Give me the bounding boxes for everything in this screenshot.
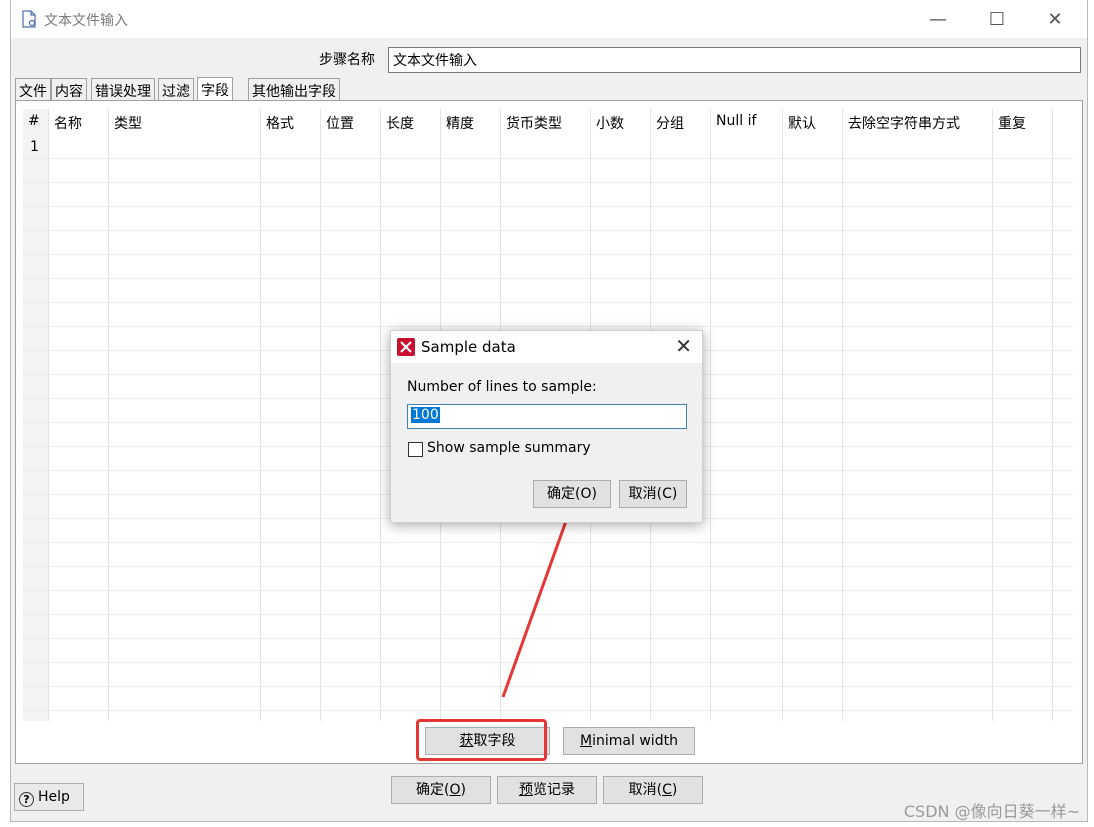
maximize-icon: ☐: [988, 8, 1006, 30]
close-icon: ✕: [1047, 8, 1063, 30]
ok-button[interactable]: 确定(O): [391, 776, 491, 804]
annotation-highlight-box: [416, 719, 547, 761]
minimal-width-button[interactable]: Minimal width: [563, 727, 695, 755]
sample-lines-label: Number of lines to sample:: [407, 379, 597, 395]
tab-file[interactable]: 文件: [15, 78, 51, 100]
app-logo-icon: [397, 338, 415, 356]
dialog-title-bar: Sample data ✕: [391, 331, 702, 363]
table-header: ^ # 名称 类型 格式 位置 长度 精度 货币类型 小数 分组 Null if…: [23, 109, 1073, 135]
document-icon: [22, 10, 36, 28]
minimize-icon: —: [929, 8, 947, 30]
column-header-null-if[interactable]: Null if: [716, 113, 756, 129]
column-header-length[interactable]: 长度: [386, 113, 414, 133]
column-header-name[interactable]: 名称: [54, 113, 82, 133]
column-header-position[interactable]: 位置: [326, 113, 354, 133]
tab-error-handling[interactable]: 错误处理: [91, 78, 155, 100]
sample-data-dialog: Sample data ✕ Number of lines to sample:…: [390, 330, 703, 523]
column-header-trim-type[interactable]: 去除空字符串方式: [848, 113, 960, 133]
sample-lines-value: 100: [411, 407, 440, 423]
preview-button[interactable]: 预览记录: [497, 776, 597, 804]
step-name-label: 步骤名称: [319, 52, 375, 68]
minimize-button[interactable]: —: [908, 0, 968, 38]
column-header-format[interactable]: 格式: [266, 113, 294, 133]
step-name-row: 步骤名称: [11, 46, 1087, 74]
column-header-repeat[interactable]: 重复: [998, 113, 1026, 133]
column-header-type[interactable]: 类型: [114, 113, 142, 133]
tab-other-output-fields[interactable]: 其他输出字段: [248, 78, 340, 100]
cancel-button[interactable]: 取消(C): [603, 776, 703, 804]
help-button[interactable]: ? Help: [14, 783, 84, 811]
column-header-precision[interactable]: 精度: [446, 113, 474, 133]
column-header-currency[interactable]: 货币类型: [506, 113, 562, 133]
column-header-group[interactable]: 分组: [656, 113, 684, 133]
close-button[interactable]: ✕: [1025, 0, 1085, 38]
dialog-ok-button[interactable]: 确定(O): [533, 480, 611, 508]
help-icon: ?: [19, 792, 34, 807]
row-number-column: [23, 109, 48, 721]
watermark: CSDN @像向日葵一样~: [903, 802, 1080, 821]
column-header-decimal[interactable]: 小数: [596, 113, 624, 133]
dialog-cancel-button[interactable]: 取消(C): [619, 480, 687, 508]
tab-content[interactable]: 内容: [51, 78, 87, 100]
dialog-close-icon[interactable]: ✕: [675, 334, 692, 358]
table-row-number[interactable]: 1: [30, 139, 39, 155]
column-header-default[interactable]: 默认: [788, 113, 816, 133]
sample-lines-input[interactable]: 100: [407, 404, 687, 429]
column-header-rownum[interactable]: #: [28, 113, 40, 129]
show-summary-label[interactable]: Show sample summary: [427, 440, 591, 456]
tab-filter[interactable]: 过滤: [158, 78, 194, 100]
window-title: 文本文件输入: [44, 13, 128, 29]
tab-fields[interactable]: 字段: [197, 77, 233, 101]
title-bar: 文本文件输入 — ☐ ✕: [11, 0, 1087, 38]
dialog-title: Sample data: [421, 338, 516, 356]
maximize-button[interactable]: ☐: [967, 0, 1027, 38]
show-summary-checkbox[interactable]: [408, 442, 423, 457]
step-name-input[interactable]: [388, 47, 1081, 73]
